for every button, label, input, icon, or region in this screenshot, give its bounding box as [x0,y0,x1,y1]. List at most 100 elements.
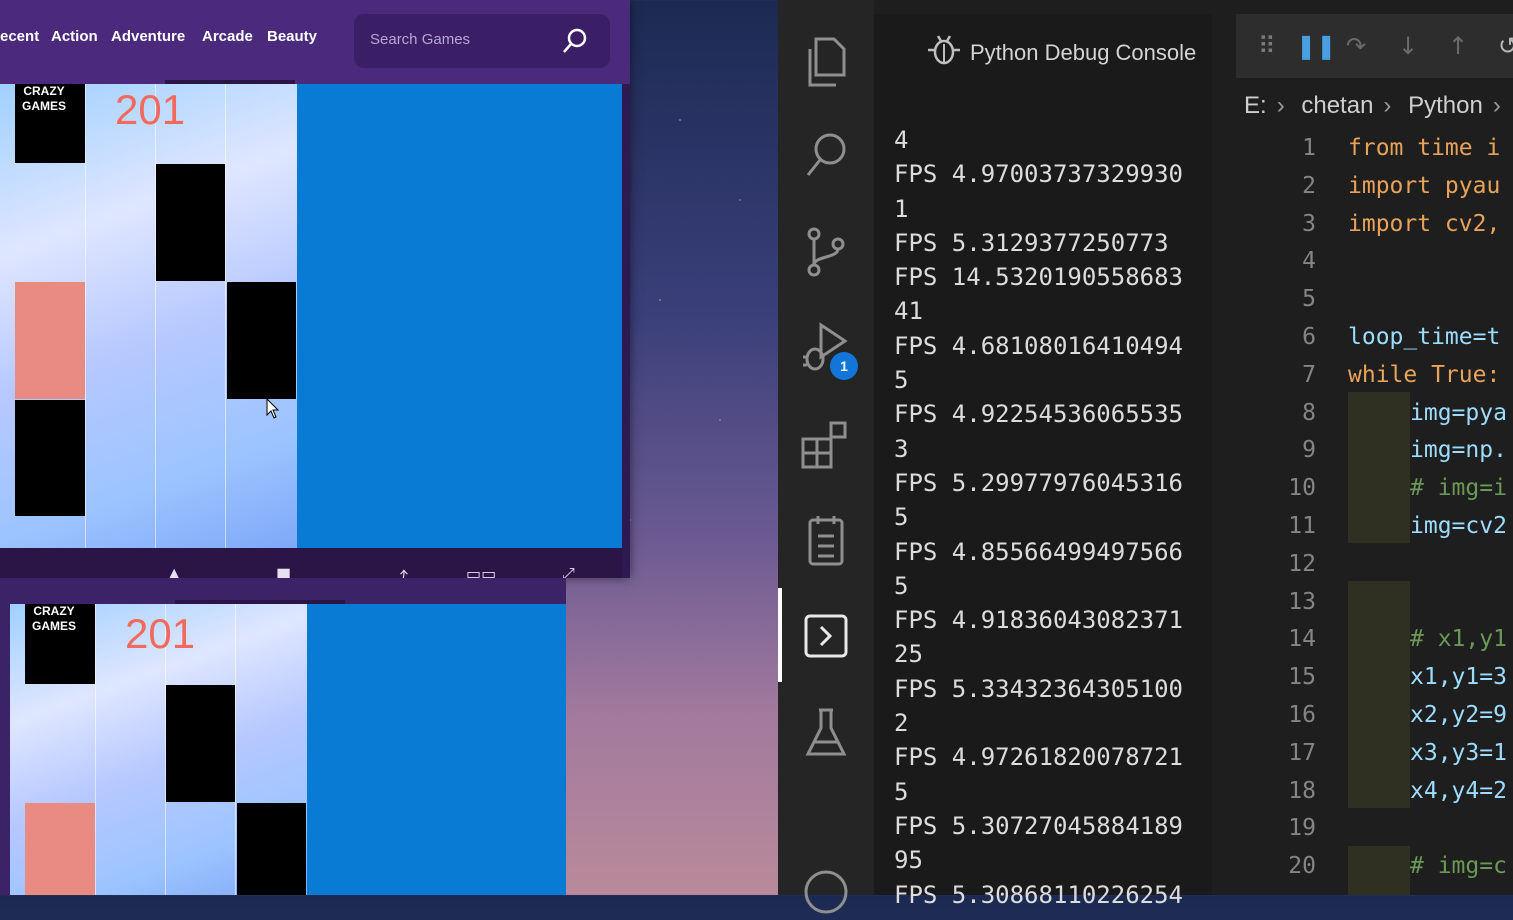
console-line: 4 [894,126,909,154]
drag-handle-icon[interactable]: ⠿ [1258,32,1276,60]
black-tile[interactable] [237,803,306,895]
black-tile[interactable] [227,282,296,399]
code-line[interactable]: import pyau [1348,168,1507,206]
console-line: 1 [894,194,909,223]
terminal-icon[interactable] [798,608,854,664]
code-line[interactable]: x1,y1=3 [1348,659,1507,697]
code-lines[interactable]: from time i import pyau import cv2, loop_ti… [1348,130,1507,886]
lane-divider [85,84,86,548]
line-number: 9 [1302,437,1316,464]
debug-badge: 1 [830,352,858,380]
restart-icon[interactable]: ↺ [1498,32,1513,60]
step-out-icon[interactable]: ↑ [1448,32,1468,60]
lane-divider [225,84,226,548]
code-line[interactable]: loop_time=t [1348,319,1507,357]
game-frame[interactable]: CRAZY GAMES 201 [10,604,566,895]
site-navbar: ecent Action Adventure Arcade Beauty Sea… [0,0,630,84]
code-line[interactable] [1348,243,1507,281]
code-line[interactable]: img=cv2 [1348,508,1507,546]
browser-window-bottom: CRAZY GAMES 201 [0,578,566,895]
search-box[interactable]: Search Games [354,14,610,68]
console-line: FPS 4.92254536065535 [894,400,1183,429]
code-line[interactable]: img=pya [1348,395,1507,433]
pause-icon[interactable]: ❚❚ [1296,32,1336,60]
line-number: 15 [1288,664,1316,691]
crazygames-logo: CRAZY GAMES [31,604,76,633]
nav-link-beauty[interactable]: Beauty [267,28,317,45]
code-line[interactable]: img=np. [1348,432,1507,470]
piano-tiles-board[interactable]: CRAZY GAMES 201 [0,84,297,548]
chevron-right-icon: › [1383,92,1392,119]
score-counter: 201 [115,86,186,133]
search-input[interactable]: Search Games [370,31,470,48]
game-frame[interactable]: CRAZY GAMES 201 [0,84,622,548]
code-line[interactable] [1348,810,1507,848]
debug-toolbar: ⠿ ❚❚ ↷ ↓ ↑ ↺ [1236,14,1513,78]
console-line: 5 [894,503,909,532]
code-line[interactable]: while True: [1348,357,1507,395]
code-line[interactable] [1348,281,1507,319]
search-icon[interactable] [798,128,854,184]
panel-title: Python Debug Console [970,40,1197,65]
piano-tiles-board[interactable]: CRAZY GAMES 201 [10,604,307,895]
step-into-icon[interactable]: ↓ [1398,32,1418,60]
console-output: 4 FPS 4.97003737329930 1 FPS 5.312937725077… [894,123,1183,912]
step-over-icon[interactable]: ↷ [1346,32,1366,60]
line-number: 16 [1288,701,1316,728]
activity-bar: 1 [778,0,874,914]
vscode-window: 1 Python Debug Console 4 FPS 4.9700373732… [778,0,1513,914]
console-line: FPS 4.97261820078721 [894,743,1183,772]
breadcrumb-folder[interactable]: Python [1408,92,1483,119]
search-icon[interactable] [560,26,590,56]
code-line[interactable]: x2,y2=9 [1348,697,1507,735]
black-tile[interactable] [15,400,85,516]
missed-tile [15,282,85,399]
code-line[interactable]: # img=c [1348,848,1507,886]
breadcrumb: E: › chetan › Python › [1244,92,1511,120]
notes-icon[interactable] [798,512,854,568]
code-line[interactable]: # img=i [1348,470,1507,508]
line-number-gutter: 1 2 3 4 5 6 7 8 9 10 11 12 13 14 15 16 17 18 19 20 [1254,130,1316,886]
score-counter: 201 [125,610,196,657]
fullscreen-icon[interactable]: ⤢ [562,564,575,578]
chevron-right-icon: › [1276,92,1285,119]
lane-divider [155,84,156,548]
code-line[interactable]: # x1,y1 [1348,621,1507,659]
nav-link-action[interactable]: Action [51,28,98,45]
console-line: FPS 5.3129377250773 [894,228,1169,257]
thumbs-down-icon[interactable]: ■ [276,564,291,578]
debug-bug-icon [928,35,960,65]
code-line[interactable]: x3,y3=1 [1348,735,1507,773]
code-line[interactable] [1348,546,1507,584]
line-number: 1 [1302,135,1316,161]
code-line[interactable]: from time i [1348,130,1507,168]
code-line[interactable]: x4,y4=2 [1348,773,1507,811]
nav-link-recent[interactable]: ecent [0,28,39,45]
theater-mode-icon[interactable]: ▭▭ [466,564,496,578]
mouse-cursor-icon [266,398,280,419]
line-number: 8 [1302,399,1316,426]
explorer-icon[interactable] [798,34,854,90]
breadcrumb-folder[interactable]: chetan [1301,92,1373,119]
line-number: 17 [1288,739,1316,766]
extensions-icon[interactable] [798,416,854,472]
line-number: 3 [1302,210,1316,237]
thumbs-up-icon[interactable]: ▲ [168,564,180,578]
breadcrumb-drive[interactable]: E: [1244,92,1267,119]
game-controls-bar: ▲ ■ ⤴ ▭▭ ⤢ [0,548,622,578]
nav-link-adventure[interactable]: Adventure [111,28,185,45]
black-tile[interactable] [156,164,225,281]
console-line: 25 [894,640,923,669]
share-icon[interactable]: ⤴ [392,564,408,578]
testing-icon[interactable] [798,704,854,760]
line-number: 12 [1288,550,1316,577]
chevron-right-icon: › [1492,92,1501,119]
line-number: 14 [1288,626,1316,653]
code-line[interactable]: import cv2, [1348,206,1507,244]
nav-link-arcade[interactable]: Arcade [202,28,253,45]
black-tile[interactable] [166,685,235,802]
code-line[interactable] [1348,584,1507,622]
account-icon[interactable] [798,864,854,920]
source-control-icon[interactable] [798,224,854,280]
console-line: FPS 5.29977976045316 [894,468,1183,497]
